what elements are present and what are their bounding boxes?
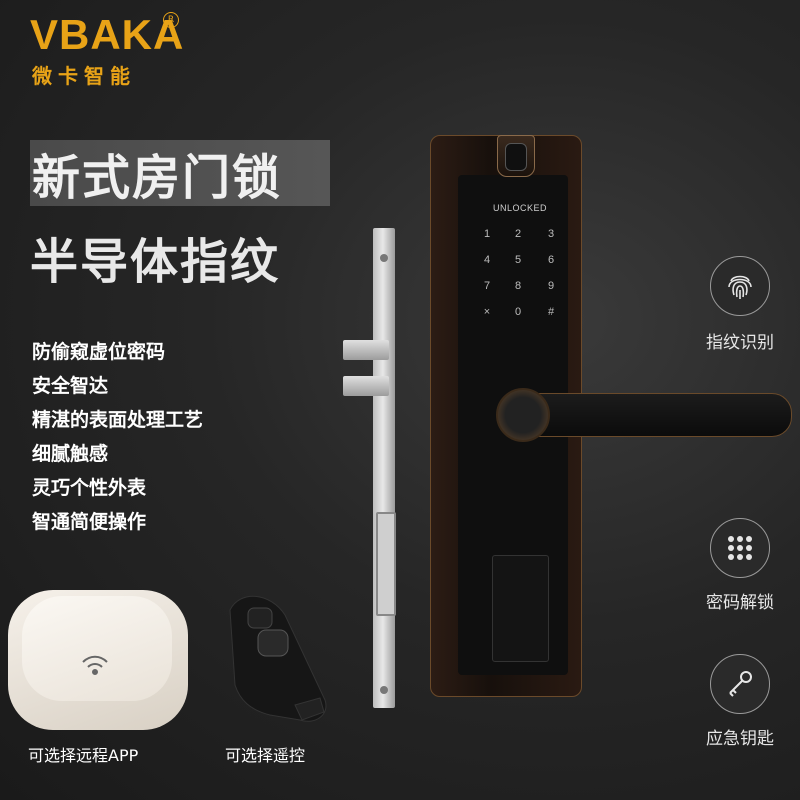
keypad-key[interactable]: 2 xyxy=(508,228,528,240)
keypad-key[interactable]: 1 xyxy=(477,228,497,240)
card-reader-area xyxy=(492,555,549,662)
keypad-icon xyxy=(710,518,770,578)
keypad-key[interactable]: 8 xyxy=(508,280,528,292)
latch-bolt xyxy=(343,376,389,396)
keypad-key[interactable]: × xyxy=(477,306,497,318)
screw xyxy=(380,686,388,694)
latch-bolt xyxy=(343,340,389,360)
brand-logo: VBAKA xyxy=(30,11,185,58)
keypad-key[interactable]: 6 xyxy=(541,254,561,266)
accessory-label-remote: 可选择遥控 xyxy=(225,746,306,765)
mortise-faceplate xyxy=(373,228,395,708)
feature-item: 精湛的表面处理工艺 xyxy=(32,409,204,431)
door-handle[interactable] xyxy=(515,393,792,437)
method-label-keypad: 密码解锁 xyxy=(706,593,774,613)
screw xyxy=(380,254,388,262)
feature-item: 智通简便操作 xyxy=(32,511,147,533)
feature-item: 细腻触感 xyxy=(32,443,109,465)
feature-item: 安全智达 xyxy=(32,375,109,397)
headline-line1: 新式房门锁 xyxy=(32,150,283,206)
dead-bolt xyxy=(376,512,396,616)
feature-list: 防偷窥虚位密码 安全智达 精湛的表面处理工艺 细腻触感 灵巧个性外表 智通简便操… xyxy=(32,335,203,539)
headline-line2: 半导体指纹 xyxy=(30,234,281,290)
brand-subtitle: 微卡智能 xyxy=(32,64,136,88)
key-icon xyxy=(710,654,770,714)
keypad-key[interactable]: 4 xyxy=(477,254,497,266)
keypad-key[interactable]: # xyxy=(541,306,561,318)
feature-item: 灵巧个性外表 xyxy=(32,477,147,499)
method-label-fingerprint: 指纹识别 xyxy=(706,333,774,353)
gateway-top xyxy=(22,596,172,701)
fingerprint-icon xyxy=(710,256,770,316)
registered-mark: R xyxy=(163,12,179,28)
feature-item: 防偷窥虚位密码 xyxy=(32,341,166,363)
accessory-label-app: 可选择远程APP xyxy=(28,746,139,765)
keypad-key[interactable]: 9 xyxy=(541,280,561,292)
fingerprint-sensor[interactable] xyxy=(505,143,527,171)
keypad-key[interactable]: 3 xyxy=(541,228,561,240)
screen-status: UNLOCKED xyxy=(492,203,547,213)
method-label-key: 应急钥匙 xyxy=(706,729,774,749)
headline-banner: 新式房门锁 xyxy=(30,140,330,206)
remote-control xyxy=(210,590,327,730)
handle-hub xyxy=(496,388,550,442)
touch-keypad[interactable]: UNLOCKED 1 2 3 4 5 6 7 8 9 × 0 # xyxy=(475,195,565,335)
keypad-key[interactable]: 7 xyxy=(477,280,497,292)
keypad-key[interactable]: 0 xyxy=(508,306,528,318)
wifi-icon xyxy=(82,655,108,675)
keypad-key[interactable]: 5 xyxy=(508,254,528,266)
